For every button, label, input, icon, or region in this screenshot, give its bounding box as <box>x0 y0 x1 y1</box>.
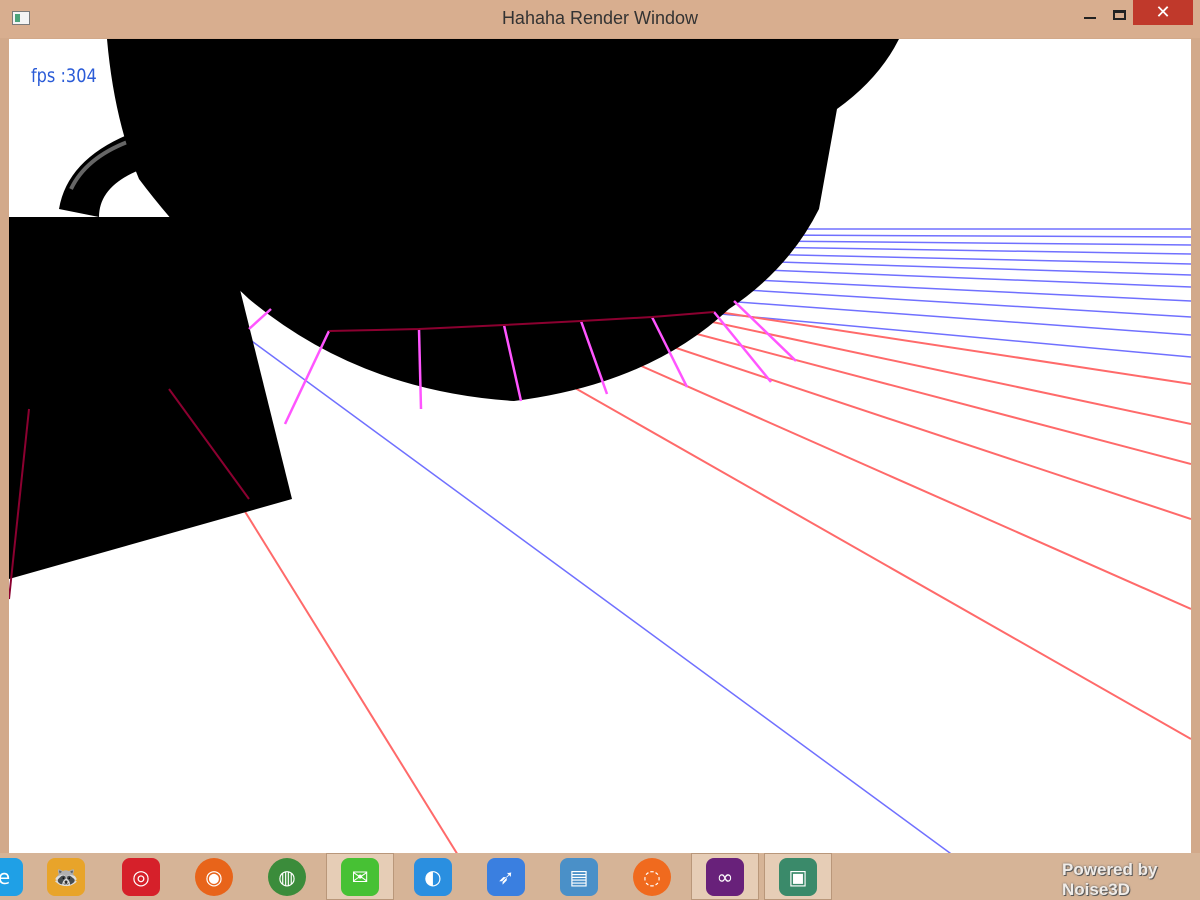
chrome-icon: ◍ <box>268 857 306 896</box>
taskbar-item-feige[interactable]: ➶ <box>472 853 540 900</box>
taskbar-item-firefox[interactable]: ◉ <box>180 853 248 900</box>
wechat-icon: ✉ <box>341 857 379 896</box>
fps-counter: fps :304 <box>31 65 97 87</box>
taskbar-item-yy[interactable]: 🦝 <box>32 853 100 900</box>
taskbar-item-visual-studio[interactable]: ∞ <box>691 853 759 900</box>
taskbar-item-chrome[interactable]: ◍ <box>253 853 321 900</box>
render-viewport[interactable]: fps :304 <box>9 39 1191 853</box>
taskbar-item-origin[interactable]: ◌ <box>618 853 686 900</box>
feige-bird-icon: ➶ <box>487 857 525 896</box>
red-grid-lines <box>168 308 1191 853</box>
maximize-button[interactable] <box>1104 0 1134 30</box>
close-button[interactable]: ✕ <box>1133 0 1193 25</box>
browser-icon: e <box>0 857 23 896</box>
powered-by-watermark: Powered by Noise3D <box>1062 860 1158 899</box>
visual-studio-icon: ∞ <box>706 857 744 896</box>
scene-canvas <box>9 39 1191 853</box>
taskbar-item-control-panel[interactable]: ▤ <box>545 853 613 900</box>
origin-icon: ◌ <box>633 857 671 896</box>
taskbar-item-render-window[interactable]: ▣ <box>764 853 832 900</box>
control-panel-icon: ▤ <box>560 857 598 896</box>
taskbar-item-qq-browser[interactable]: ◐ <box>399 853 467 900</box>
taskbar: e 🦝 ◎ ◉ ◍ ✉ ◐ ➶ ▤ ◌ ∞ ▣ <box>0 853 1200 900</box>
qq-browser-icon: ◐ <box>414 857 452 896</box>
taskbar-item-netease-music[interactable]: ◎ <box>107 853 175 900</box>
netease-music-icon: ◎ <box>122 857 160 896</box>
taskbar-item-wechat[interactable]: ✉ <box>326 853 394 900</box>
firefox-icon: ◉ <box>195 857 233 896</box>
render-window-icon: ▣ <box>779 857 817 896</box>
yy-raccoon-icon: 🦝 <box>47 857 85 896</box>
title-bar: Hahaha Render Window ✕ <box>0 0 1200 38</box>
window-title: Hahaha Render Window <box>501 8 699 28</box>
minimize-button[interactable] <box>1075 0 1105 30</box>
